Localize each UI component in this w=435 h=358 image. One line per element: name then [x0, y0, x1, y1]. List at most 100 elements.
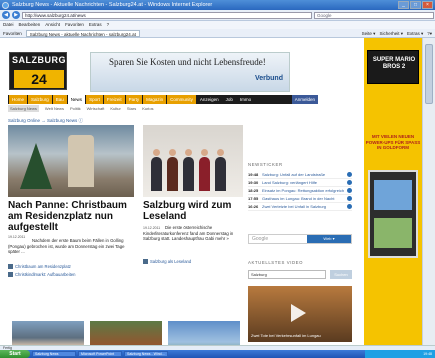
login-button[interactable]: Anmelden: [291, 95, 318, 104]
nav-magazin[interactable]: Magazin: [143, 95, 167, 104]
video-player[interactable]: Zwei Tote bei Verkehrsunfall im Lungau: [248, 286, 352, 342]
ad-text: Sparen Sie Kosten und nicht Lebensfreude…: [109, 57, 266, 67]
video-search-button[interactable]: Suchen: [330, 270, 352, 279]
nav-anzeigen[interactable]: Anzeigen: [196, 95, 222, 104]
vertical-scrollbar[interactable]: [422, 38, 435, 345]
favorites-button[interactable]: Favoriten: [3, 29, 22, 37]
nav-news[interactable]: News: [67, 95, 86, 104]
subnav-politik[interactable]: Politik: [70, 105, 81, 112]
tools-menu[interactable]: Extras ▾: [407, 29, 423, 38]
tree-shape: [20, 143, 52, 189]
rescue-photo[interactable]: [90, 321, 162, 345]
news-text: Gasthaus im Lungau: Brand in der Nacht: [262, 196, 335, 201]
person-figure: [199, 157, 210, 191]
google-search-placeholder: Google: [252, 236, 269, 242]
newsticker-item[interactable]: 17:55 Gasthaus im Lungau: Brand in der Na…: [248, 195, 352, 203]
story1-link-1[interactable]: Christbaum am Residenzplatz: [8, 264, 71, 270]
page-menu[interactable]: Seite ▾: [362, 29, 376, 38]
story2-link-label: Salzburg als Leseland: [150, 259, 192, 264]
subnav-kurios[interactable]: Kurios: [142, 105, 153, 112]
menu-help[interactable]: ?: [107, 21, 110, 29]
nav-community[interactable]: Community: [167, 95, 196, 104]
skyscraper-ad[interactable]: SUPER MARIO BROS 2 MIT VIELEN NEUEN POWE…: [364, 38, 422, 345]
christmas-tree-photo[interactable]: [8, 125, 134, 197]
person-figure: [151, 157, 162, 191]
game-logo: SUPER MARIO BROS 2: [367, 50, 419, 84]
logo-text-bottom: 24: [14, 70, 64, 88]
taskbar-item-3[interactable]: Salzburg News - Wind...: [124, 351, 168, 357]
newsticker-list: 19:48 Salzburg: Unfall auf der Landstraße…: [248, 171, 352, 211]
story1-body: Nachdem der erste Baum beim Fällen in Go…: [8, 238, 125, 254]
arrow-icon: [347, 204, 352, 209]
address-bar: ◀ ▶ http://www.salzburg24.at/news Google: [0, 10, 435, 21]
news-text: Land Salzburg: verlängert Hilfe: [262, 180, 317, 185]
subnav-kultur[interactable]: Kultur: [110, 105, 120, 112]
google-search[interactable]: Google Web ▾: [248, 234, 352, 244]
salzburg24-logo[interactable]: SALZBURG 24: [9, 52, 67, 90]
close-button[interactable]: ×: [422, 1, 433, 9]
nav-salzburg[interactable]: Salzburg: [28, 95, 52, 104]
handheld-console-image: [368, 170, 418, 258]
logo-text-top: SALZBURG: [12, 55, 66, 65]
story1-link-2[interactable]: Christkindlmarkt: Aufbauarbeiten: [8, 272, 76, 278]
politician-photo[interactable]: [12, 321, 84, 345]
start-button[interactable]: Start: [0, 350, 30, 358]
forward-button[interactable]: ▶: [12, 11, 20, 19]
maximize-button[interactable]: □: [410, 1, 421, 9]
subnav-salzburg-news[interactable]: Salzburg News: [8, 105, 39, 112]
person-head: [201, 149, 208, 156]
newsticker-item[interactable]: 18:25 Einsatz im Pongau: Rettungsaktion e…: [248, 187, 352, 195]
video-section-title: AKTUELLSTES VIDEO: [248, 260, 304, 265]
person-head: [185, 149, 192, 156]
nav-freizeit[interactable]: Freizeit: [103, 95, 125, 104]
safety-menu[interactable]: Sicherheit ▾: [379, 29, 403, 38]
title-bar: Salzburg News - Aktuelle Nachrichten - S…: [0, 0, 435, 10]
menu-datei[interactable]: Datei: [3, 21, 14, 29]
news-time: 18:25: [248, 188, 259, 193]
play-icon[interactable]: [291, 304, 306, 322]
story1-headline[interactable]: Nach Panne: Christbaum am Residenzplatz …: [8, 200, 138, 233]
menu-extras[interactable]: Extras: [89, 21, 102, 29]
menu-ansicht[interactable]: Ansicht: [45, 21, 60, 29]
web-search-button[interactable]: Web ▾: [307, 235, 351, 243]
scrollbar-thumb[interactable]: [425, 44, 433, 104]
help-menu[interactable]: ?▾: [427, 29, 432, 38]
nav-home[interactable]: Home: [9, 95, 28, 104]
newsticker-item[interactable]: 19:30 Land Salzburg: verlängert Hilfe: [248, 179, 352, 187]
subnav-welt-news[interactable]: Welt News: [45, 105, 64, 112]
search-input[interactable]: Google: [314, 11, 434, 19]
breadcrumb[interactable]: Salzburg Online → Salzburg News ⓘ: [8, 118, 83, 124]
person-figure: [167, 157, 178, 191]
nav-bau[interactable]: Bau: [52, 95, 67, 104]
menu-favoriten[interactable]: Favoriten: [65, 21, 84, 29]
subnav-wirtschaft[interactable]: Wirtschaft: [87, 105, 105, 112]
banner-ad[interactable]: Sparen Sie Kosten und nicht Lebensfreude…: [90, 52, 290, 92]
taskbar-item-1[interactable]: Salzburg News: [32, 351, 76, 357]
browser-tab[interactable]: Salzburg News - aktuelle Nachrichten - s…: [25, 30, 140, 37]
newsticker-item[interactable]: 16:26 Zwei Verletzte bei Unfall in Salzbu…: [248, 203, 352, 211]
nav-immo[interactable]: Immo: [236, 95, 255, 104]
nav-sport[interactable]: Sport: [86, 95, 103, 104]
url-input[interactable]: http://www.salzburg24.at/news: [22, 11, 312, 19]
newsticker-item[interactable]: 19:48 Salzburg: Unfall auf der Landstraße: [248, 171, 352, 179]
gallery-icon: [8, 272, 13, 278]
nav-job[interactable]: Job: [222, 95, 236, 104]
subnav-stars[interactable]: Stars: [127, 105, 136, 112]
site-header: SALZBURG 24 Sparen Sie Kosten und nicht …: [0, 38, 330, 92]
person-head: [169, 149, 176, 156]
story2-headline[interactable]: Salzburg wird zum Leseland: [143, 200, 243, 222]
story2-link[interactable]: Salzburg als Leseland: [143, 259, 192, 265]
story1-link-2-label: Christkindlmarkt: Aufbauarbeiten: [15, 272, 76, 277]
leseland-photo[interactable]: [143, 125, 243, 197]
video-region-select[interactable]: Salzburg: [248, 270, 326, 279]
menu-bearbeiten[interactable]: Bearbeiten: [19, 21, 41, 29]
taskbar-item-2[interactable]: Microsoft PowerPoint: [78, 351, 122, 357]
person-head: [153, 149, 160, 156]
nav-party[interactable]: Party: [125, 95, 143, 104]
football-photo[interactable]: [168, 321, 240, 345]
minimize-button[interactable]: _: [398, 1, 409, 9]
back-button[interactable]: ◀: [2, 11, 10, 19]
person-figure: [215, 157, 226, 191]
video-caption: Zwei Tote bei Verkehrsunfall im Lungau: [251, 333, 321, 338]
arrow-icon: [347, 188, 352, 193]
